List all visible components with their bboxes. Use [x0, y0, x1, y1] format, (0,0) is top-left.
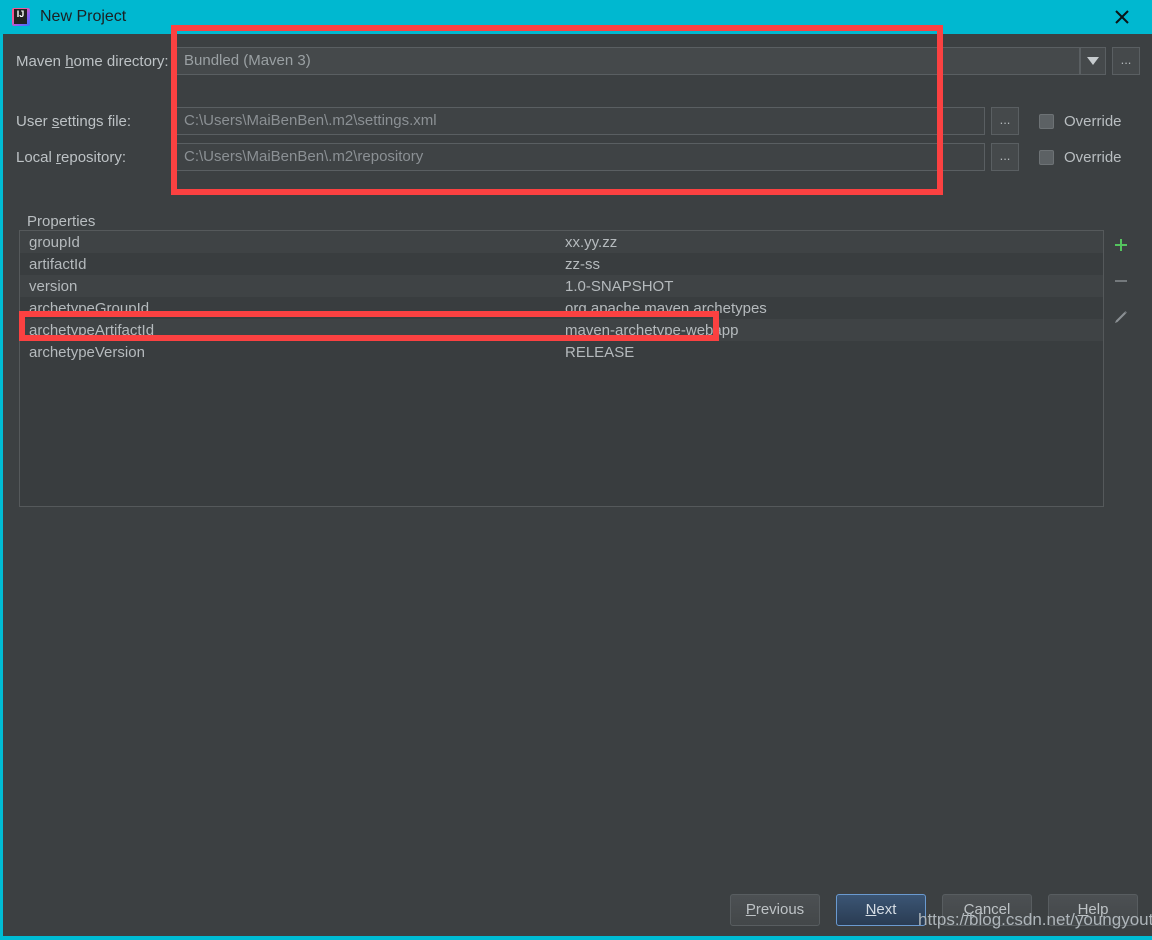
window-title: New Project [40, 8, 127, 25]
user-settings-input[interactable]: C:\Users\MaiBenBen\.m2\settings.xml [175, 107, 985, 135]
minus-icon[interactable] [1105, 270, 1137, 292]
table-row[interactable]: archetypeArtifactId maven-archetype-weba… [20, 319, 1103, 341]
table-row[interactable]: artifactId zz-ss [20, 253, 1103, 275]
property-key: version [29, 277, 78, 295]
local-repository-override-label: Override [1064, 148, 1122, 166]
maven-home-label-prefix: Maven [16, 52, 66, 70]
chevron-down-icon[interactable] [1080, 47, 1106, 75]
property-key: archetypeArtifactId [29, 321, 155, 339]
maven-home-label: Maven home directory: [3, 53, 175, 70]
previous-button-mnemonic: P [745, 901, 756, 918]
local-repository-label: Local repository: [3, 149, 175, 166]
local-repository-row: Local repository: C:\Users\MaiBenBen\.m2… [3, 143, 1152, 171]
maven-home-input[interactable]: Bundled (Maven 3) [175, 47, 1080, 75]
property-key: groupId [29, 233, 80, 251]
property-value: RELEASE [565, 343, 635, 361]
property-key: archetypeVersion [29, 343, 145, 361]
new-project-dialog: New Project Maven home directory: Bundle… [0, 0, 1152, 940]
maven-home-row: Maven home directory: Bundled (Maven 3) … [3, 47, 1152, 75]
local-repository-label-suffix: epository: [61, 148, 127, 166]
user-settings-label-prefix: User [16, 112, 52, 130]
user-settings-override-checkbox[interactable] [1039, 113, 1054, 129]
previous-button-label: revious [755, 901, 805, 918]
previous-button[interactable]: Previous [730, 894, 820, 926]
local-repository-input[interactable]: C:\Users\MaiBenBen\.m2\repository [175, 143, 985, 171]
next-button-label: ext [876, 901, 897, 918]
title-bar: New Project [0, 0, 1152, 34]
next-button[interactable]: Next [836, 894, 926, 926]
property-value: maven-archetype-webapp [565, 321, 739, 339]
dialog-content: Maven home directory: Bundled (Maven 3) … [3, 34, 1152, 936]
maven-home-label-suffix: ome directory: [73, 52, 169, 70]
properties-legend: Properties [23, 213, 100, 230]
plus-icon[interactable] [1105, 234, 1137, 256]
user-settings-browse-button[interactable]: ... [991, 107, 1019, 135]
property-value: zz-ss [565, 255, 600, 273]
local-repository-browse-button[interactable]: ... [991, 143, 1019, 171]
table-row[interactable]: archetypeGroupId org.apache.maven.archet… [20, 297, 1103, 319]
intellij-idea-icon [12, 8, 30, 26]
maven-home-browse-button[interactable]: ... [1112, 47, 1140, 75]
table-row[interactable]: version 1.0-SNAPSHOT [20, 275, 1103, 297]
user-settings-label: User settings file: [3, 113, 175, 130]
properties-toolbar [1103, 230, 1138, 507]
watermark: https://blog.csdn.net/youngyouth [918, 910, 1152, 929]
property-value: xx.yy.zz [565, 233, 618, 251]
table-row[interactable]: groupId xx.yy.zz [20, 231, 1103, 253]
property-key: artifactId [29, 255, 87, 273]
property-value: org.apache.maven.archetypes [565, 299, 767, 317]
user-settings-row: User settings file: C:\Users\MaiBenBen\.… [3, 107, 1152, 135]
local-repository-override-checkbox[interactable] [1039, 149, 1054, 165]
close-icon[interactable] [1102, 3, 1142, 31]
user-settings-override-label: Override [1064, 112, 1122, 130]
local-repository-label-prefix: Local [16, 148, 57, 166]
user-settings-label-suffix: ettings file: [59, 112, 132, 130]
maven-home-label-mnemonic: h [65, 52, 74, 70]
table-row[interactable]: archetypeVersion RELEASE [20, 341, 1103, 363]
pencil-icon[interactable] [1105, 306, 1137, 328]
properties-table: groupId xx.yy.zz artifactId zz-ss versio… [20, 231, 1103, 363]
property-key: archetypeGroupId [29, 299, 150, 317]
property-value: 1.0-SNAPSHOT [565, 277, 674, 295]
next-button-mnemonic: N [865, 901, 877, 918]
